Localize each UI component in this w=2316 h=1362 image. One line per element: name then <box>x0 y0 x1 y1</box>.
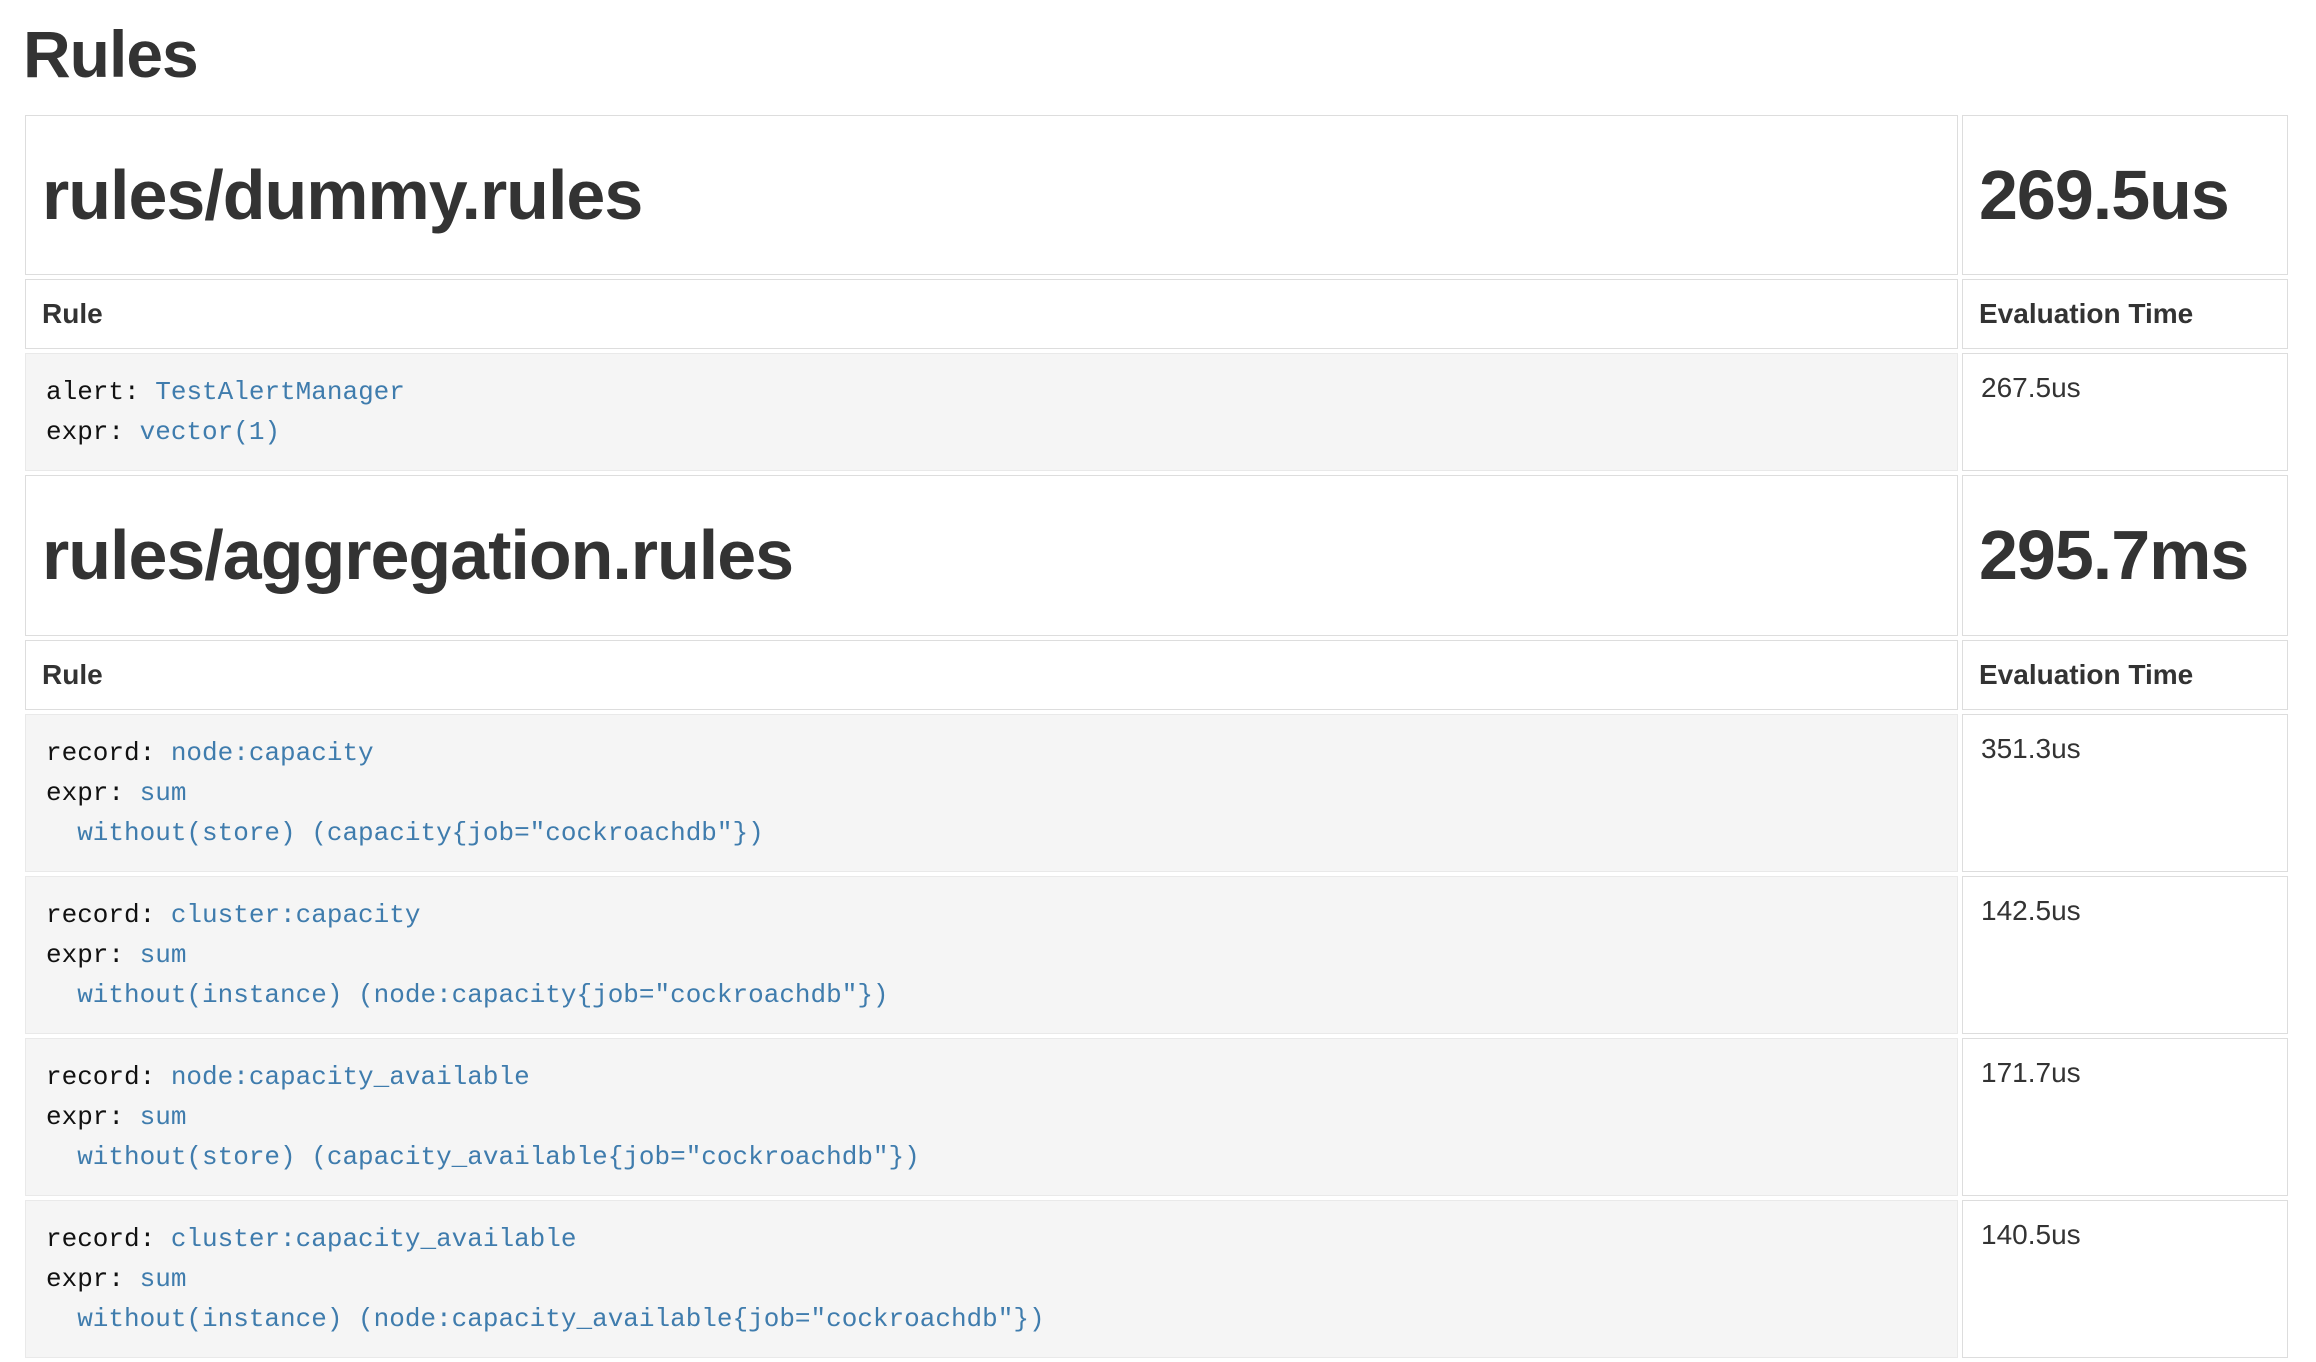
rule-row: alert: TestAlertManager expr: vector(1) … <box>25 353 2288 471</box>
rule-code: record: cluster:capacity_available expr:… <box>46 1219 1937 1339</box>
rule-evaluation-time-value: 142.5us <box>1962 876 2288 1034</box>
evaluation-time-column-header: Evaluation Time <box>1962 279 2288 349</box>
rule-group-evaluation-time: 295.7ms <box>1979 508 2271 603</box>
rule-value-link[interactable]: node:capacity <box>171 738 374 768</box>
rule-code: record: cluster:capacity expr: sum witho… <box>46 895 1937 1015</box>
rule-value-link[interactable]: sum <box>140 1264 187 1294</box>
rule-field-key: expr: <box>46 417 124 447</box>
rule-value-link[interactable]: TestAlertManager <box>155 377 405 407</box>
rule-code-cell: record: cluster:capacity expr: sum witho… <box>25 876 1958 1034</box>
rule-group-evaluation-time: 269.5us <box>1979 148 2271 243</box>
rule-row: record: cluster:capacity expr: sum witho… <box>25 876 2288 1034</box>
rule-group-file-cell: rules/aggregation.rules <box>25 475 1958 636</box>
rule-group-eval-time-cell: 295.7ms <box>1962 475 2288 636</box>
rule-value-link[interactable]: without(store) (capacity_available{job="… <box>46 1142 920 1172</box>
rule-code: record: node:capacity expr: sum without(… <box>46 733 1937 853</box>
rules-page: { "page": { "title": "Rules" }, "colors"… <box>0 0 2316 1322</box>
rule-value-link[interactable]: node:capacity_available <box>171 1062 530 1092</box>
rule-value-link[interactable]: without(instance) (node:capacity_availab… <box>46 1304 1045 1334</box>
rule-code: alert: TestAlertManager expr: vector(1) <box>46 372 1937 452</box>
rule-value-link[interactable]: sum <box>140 940 187 970</box>
rule-group-header-row: rules/dummy.rules 269.5us <box>25 115 2288 276</box>
rule-column-header: Rule <box>25 279 1958 349</box>
column-header-row: Rule Evaluation Time <box>25 640 2288 710</box>
rule-group-header-row: rules/aggregation.rules 295.7ms <box>25 475 2288 636</box>
rule-field-key: record: <box>46 1224 155 1254</box>
rule-field-key: expr: <box>46 940 124 970</box>
rule-group-file: rules/dummy.rules <box>42 148 1941 243</box>
rule-evaluation-time-value: 171.7us <box>1962 1038 2288 1196</box>
rule-value-link[interactable]: vector(1) <box>140 417 280 447</box>
rule-field-key: record: <box>46 900 155 930</box>
rule-field-key: record: <box>46 1062 155 1092</box>
rule-evaluation-time-value: 351.3us <box>1962 714 2288 872</box>
rule-group-file: rules/aggregation.rules <box>42 508 1941 603</box>
rule-value-link[interactable]: without(instance) (node:capacity{job="co… <box>46 980 889 1010</box>
rule-evaluation-time-value: 267.5us <box>1962 353 2288 471</box>
rule-group-file-cell: rules/dummy.rules <box>25 115 1958 276</box>
rule-field-key: expr: <box>46 778 124 808</box>
page-title: Rules <box>23 18 2292 91</box>
rule-field-key: expr: <box>46 1102 124 1132</box>
rule-value-link[interactable]: sum <box>140 1102 187 1132</box>
rules-table: rules/dummy.rules 269.5us Rule Evaluatio… <box>21 111 2292 1362</box>
rule-code-cell: record: node:capacity expr: sum without(… <box>25 714 1958 872</box>
rule-row: record: cluster:capacity_available expr:… <box>25 1200 2288 1358</box>
rules-table-body: rules/dummy.rules 269.5us Rule Evaluatio… <box>25 115 2288 1358</box>
evaluation-time-column-header: Evaluation Time <box>1962 640 2288 710</box>
rule-value-link[interactable]: cluster:capacity_available <box>171 1224 577 1254</box>
rule-evaluation-time-value: 140.5us <box>1962 1200 2288 1358</box>
rule-value-link[interactable]: sum <box>140 778 187 808</box>
column-header-row: Rule Evaluation Time <box>25 279 2288 349</box>
rule-field-key: alert: <box>46 377 140 407</box>
rule-group-eval-time-cell: 269.5us <box>1962 115 2288 276</box>
rule-row: record: node:capacity expr: sum without(… <box>25 714 2288 872</box>
rule-field-key: record: <box>46 738 155 768</box>
rule-field-key: expr: <box>46 1264 124 1294</box>
rule-row: record: node:capacity_available expr: su… <box>25 1038 2288 1196</box>
rule-column-header: Rule <box>25 640 1958 710</box>
rule-code-cell: record: node:capacity_available expr: su… <box>25 1038 1958 1196</box>
rule-code-cell: alert: TestAlertManager expr: vector(1) <box>25 353 1958 471</box>
rule-code: record: node:capacity_available expr: su… <box>46 1057 1937 1177</box>
rule-value-link[interactable]: without(store) (capacity{job="cockroachd… <box>46 818 764 848</box>
rule-code-cell: record: cluster:capacity_available expr:… <box>25 1200 1958 1358</box>
rule-value-link[interactable]: cluster:capacity <box>171 900 421 930</box>
